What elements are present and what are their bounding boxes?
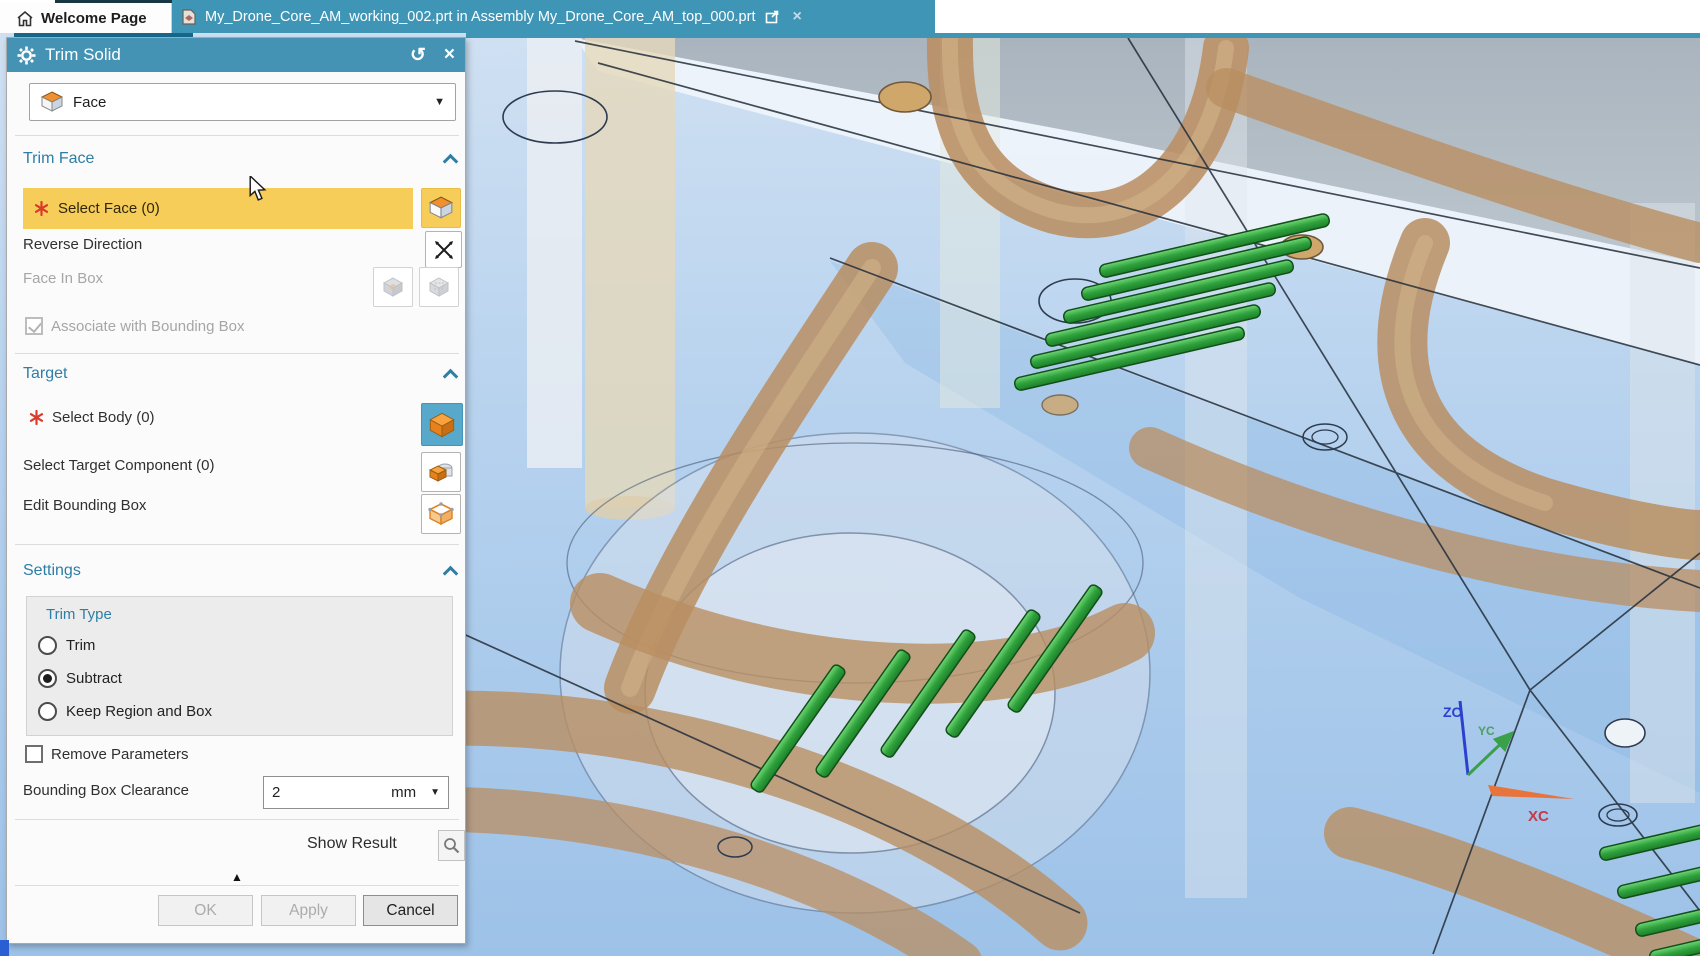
- gray-cube-icon: [381, 275, 405, 299]
- settings-section-title: Settings: [23, 562, 81, 580]
- type-selector-value: Face: [73, 94, 425, 111]
- xc-axis-label: XC: [1528, 808, 1549, 825]
- component-icon: [429, 460, 454, 484]
- viewport-top-border: [466, 33, 1700, 38]
- dialog-close-icon[interactable]: ×: [444, 44, 455, 66]
- radio-circle[interactable]: [38, 636, 57, 655]
- remove-parameters-checkbox[interactable]: [25, 745, 43, 763]
- required-asterisk-icon: [34, 201, 49, 216]
- face-in-box-label: Face In Box: [23, 270, 103, 287]
- trim-type-selector[interactable]: Face ▼: [29, 83, 456, 121]
- tab-close-icon[interactable]: ×: [792, 8, 801, 26]
- face-in-box-option-a-button[interactable]: [373, 267, 413, 307]
- divider: [15, 819, 459, 820]
- face-in-box-option-b-button[interactable]: [419, 267, 459, 307]
- face-type-icon: [40, 91, 64, 113]
- tab-welcome-label: Welcome Page: [41, 10, 147, 27]
- select-body-button[interactable]: [421, 403, 463, 446]
- associate-bounding-box-row[interactable]: Associate with Bounding Box: [25, 317, 244, 335]
- radio-option-keep-region[interactable]: Keep Region and Box: [38, 702, 212, 721]
- mouse-cursor: [247, 176, 269, 202]
- solid-body-icon: [428, 412, 456, 438]
- reverse-direction-label: Reverse Direction: [23, 236, 142, 253]
- remove-parameters-row[interactable]: Remove Parameters: [25, 745, 189, 763]
- tab-part-label: My_Drone_Core_AM_working_002.prt in Asse…: [205, 9, 755, 25]
- associate-label: Associate with Bounding Box: [51, 318, 244, 335]
- select-face-button[interactable]: [421, 188, 461, 228]
- select-face-step[interactable]: Select Face (0): [23, 188, 413, 229]
- collapse-dialog-arrow[interactable]: ▲: [220, 870, 254, 884]
- tab-part-document[interactable]: My_Drone_Core_AM_working_002.prt in Asse…: [172, 0, 935, 33]
- edit-bounding-box-label: Edit Bounding Box: [23, 497, 146, 514]
- remove-parameters-label: Remove Parameters: [51, 746, 189, 763]
- divider: [15, 353, 459, 354]
- collapse-chevron-trim-face[interactable]: [443, 154, 459, 170]
- document-tab-bar: Welcome Page My_Drone_Core_AM_working_00…: [0, 0, 1700, 33]
- associate-checkbox[interactable]: [25, 317, 43, 335]
- yc-axis-label: YC: [1478, 724, 1495, 738]
- ok-button[interactable]: OK: [158, 895, 253, 926]
- chevron-down-icon[interactable]: ▼: [430, 787, 440, 798]
- trim-face-section-title: Trim Face: [23, 150, 94, 168]
- reverse-direction-button[interactable]: [425, 231, 462, 268]
- collapse-chevron-settings[interactable]: [443, 566, 459, 582]
- show-result-button[interactable]: [438, 830, 465, 861]
- select-body-row[interactable]: Select Body (0): [29, 409, 155, 426]
- radio-label-keep-region: Keep Region and Box: [66, 703, 212, 720]
- radio-circle-selected[interactable]: [38, 669, 57, 688]
- target-section-title: Target: [23, 365, 67, 383]
- dialog-reset-icon[interactable]: ↺: [410, 44, 426, 67]
- collapse-chevron-target[interactable]: [443, 369, 459, 385]
- select-face-label: Select Face (0): [58, 200, 160, 217]
- dialog-header[interactable]: Trim Solid ↺ ×: [7, 38, 465, 72]
- radio-label-subtract: Subtract: [66, 670, 122, 687]
- tab-welcome-page[interactable]: Welcome Page: [0, 3, 172, 33]
- divider: [15, 135, 459, 136]
- part-document-icon: [182, 9, 197, 25]
- divider: [15, 544, 459, 545]
- select-target-component-label: Select Target Component (0): [23, 457, 215, 474]
- select-target-component-button[interactable]: [421, 452, 461, 492]
- select-body-label: Select Body (0): [52, 409, 155, 426]
- cancel-button[interactable]: Cancel: [363, 895, 458, 926]
- clearance-value[interactable]: 2: [272, 784, 391, 801]
- reverse-direction-icon: [434, 240, 454, 260]
- nx-application-window: ZC YC XC Welcome Page My_Drone_Core_A: [0, 0, 1700, 956]
- bounding-box-icon: [428, 502, 454, 526]
- edit-bounding-box-button[interactable]: [421, 494, 461, 534]
- trim-type-group-label: Trim Type: [46, 606, 112, 623]
- radio-circle[interactable]: [38, 702, 57, 721]
- dialog-title: Trim Solid: [45, 45, 410, 65]
- trim-solid-dialog: Trim Solid ↺ × Face ▼ Trim Face Select: [6, 37, 466, 944]
- radio-label-trim: Trim: [66, 637, 95, 654]
- restore-window-icon[interactable]: [765, 10, 780, 24]
- home-icon: [16, 10, 34, 27]
- bounding-box-clearance-label: Bounding Box Clearance: [23, 782, 189, 799]
- required-asterisk-icon: [29, 410, 44, 425]
- clearance-unit: mm: [391, 784, 416, 801]
- bounding-box-clearance-field[interactable]: 2 mm ▼: [263, 776, 449, 809]
- magnifier-icon: [443, 837, 460, 854]
- apply-button[interactable]: Apply: [261, 895, 356, 926]
- show-result-label: Show Result: [307, 835, 397, 853]
- radio-option-trim[interactable]: Trim: [38, 636, 95, 655]
- trim-type-group: Trim Type Trim Subtract Keep Region and …: [26, 596, 453, 736]
- chevron-down-icon: ▼: [434, 96, 445, 108]
- gray-cube-wire-icon: [427, 275, 451, 299]
- divider: [15, 885, 459, 886]
- radio-option-subtract[interactable]: Subtract: [38, 669, 122, 688]
- face-select-icon: [428, 196, 454, 220]
- taskbar-corner: [0, 940, 9, 956]
- zc-axis-label: ZC: [1443, 704, 1462, 720]
- dialog-gear-icon: [17, 46, 36, 65]
